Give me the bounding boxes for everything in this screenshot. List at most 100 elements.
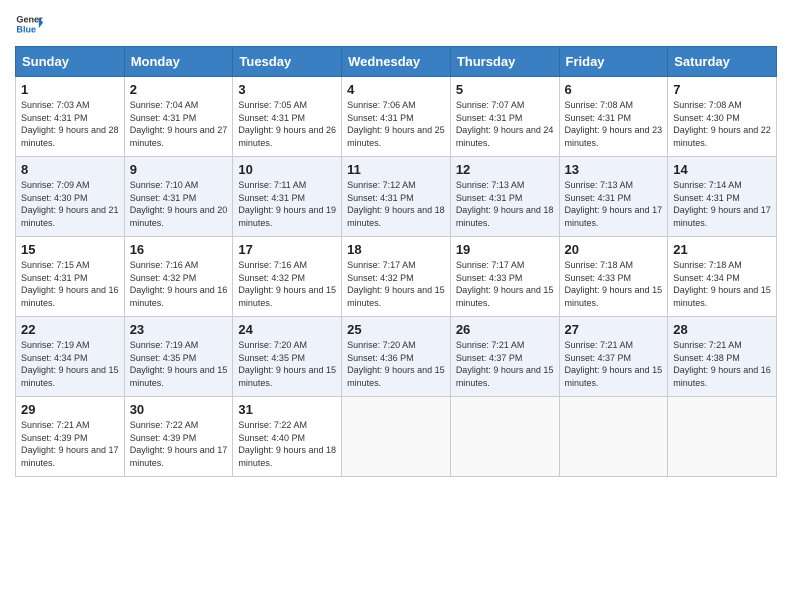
day-number: 25 [347,322,445,337]
calendar-day-25: 25 Sunrise: 7:20 AMSunset: 4:36 PMDaylig… [342,317,451,397]
day-info: Sunrise: 7:21 AMSunset: 4:37 PMDaylight:… [456,339,554,389]
day-info: Sunrise: 7:14 AMSunset: 4:31 PMDaylight:… [673,179,771,229]
calendar-day-2: 2 Sunrise: 7:04 AMSunset: 4:31 PMDayligh… [124,77,233,157]
day-number: 28 [673,322,771,337]
calendar-week-5: 29 Sunrise: 7:21 AMSunset: 4:39 PMDaylig… [16,397,777,477]
calendar-day-24: 24 Sunrise: 7:20 AMSunset: 4:35 PMDaylig… [233,317,342,397]
day-number: 1 [21,82,119,97]
day-number: 31 [238,402,336,417]
calendar-empty [450,397,559,477]
calendar-day-20: 20 Sunrise: 7:18 AMSunset: 4:33 PMDaylig… [559,237,668,317]
day-info: Sunrise: 7:12 AMSunset: 4:31 PMDaylight:… [347,179,445,229]
calendar-day-14: 14 Sunrise: 7:14 AMSunset: 4:31 PMDaylig… [668,157,777,237]
calendar-table: SundayMondayTuesdayWednesdayThursdayFrid… [15,46,777,477]
calendar-empty [342,397,451,477]
day-number: 16 [130,242,228,257]
day-info: Sunrise: 7:21 AMSunset: 4:39 PMDaylight:… [21,419,119,469]
day-number: 3 [238,82,336,97]
day-number: 18 [347,242,445,257]
day-number: 23 [130,322,228,337]
calendar-header-thursday: Thursday [450,47,559,77]
calendar-day-28: 28 Sunrise: 7:21 AMSunset: 4:38 PMDaylig… [668,317,777,397]
day-info: Sunrise: 7:03 AMSunset: 4:31 PMDaylight:… [21,99,119,149]
day-info: Sunrise: 7:15 AMSunset: 4:31 PMDaylight:… [21,259,119,309]
day-number: 12 [456,162,554,177]
calendar-day-21: 21 Sunrise: 7:18 AMSunset: 4:34 PMDaylig… [668,237,777,317]
day-info: Sunrise: 7:08 AMSunset: 4:31 PMDaylight:… [565,99,663,149]
day-info: Sunrise: 7:06 AMSunset: 4:31 PMDaylight:… [347,99,445,149]
calendar-day-13: 13 Sunrise: 7:13 AMSunset: 4:31 PMDaylig… [559,157,668,237]
day-number: 13 [565,162,663,177]
calendar-day-18: 18 Sunrise: 7:17 AMSunset: 4:32 PMDaylig… [342,237,451,317]
calendar-day-5: 5 Sunrise: 7:07 AMSunset: 4:31 PMDayligh… [450,77,559,157]
day-info: Sunrise: 7:05 AMSunset: 4:31 PMDaylight:… [238,99,336,149]
day-info: Sunrise: 7:21 AMSunset: 4:38 PMDaylight:… [673,339,771,389]
calendar-day-8: 8 Sunrise: 7:09 AMSunset: 4:30 PMDayligh… [16,157,125,237]
day-number: 14 [673,162,771,177]
day-number: 15 [21,242,119,257]
day-number: 7 [673,82,771,97]
day-info: Sunrise: 7:17 AMSunset: 4:32 PMDaylight:… [347,259,445,309]
calendar-day-1: 1 Sunrise: 7:03 AMSunset: 4:31 PMDayligh… [16,77,125,157]
calendar-day-4: 4 Sunrise: 7:06 AMSunset: 4:31 PMDayligh… [342,77,451,157]
calendar-day-23: 23 Sunrise: 7:19 AMSunset: 4:35 PMDaylig… [124,317,233,397]
day-info: Sunrise: 7:19 AMSunset: 4:34 PMDaylight:… [21,339,119,389]
day-number: 6 [565,82,663,97]
day-number: 19 [456,242,554,257]
calendar-header-wednesday: Wednesday [342,47,451,77]
day-info: Sunrise: 7:13 AMSunset: 4:31 PMDaylight:… [456,179,554,229]
day-info: Sunrise: 7:11 AMSunset: 4:31 PMDaylight:… [238,179,336,229]
day-number: 5 [456,82,554,97]
calendar-header-friday: Friday [559,47,668,77]
calendar-header-sunday: Sunday [16,47,125,77]
calendar-week-2: 8 Sunrise: 7:09 AMSunset: 4:30 PMDayligh… [16,157,777,237]
calendar-day-17: 17 Sunrise: 7:16 AMSunset: 4:32 PMDaylig… [233,237,342,317]
calendar-day-15: 15 Sunrise: 7:15 AMSunset: 4:31 PMDaylig… [16,237,125,317]
day-info: Sunrise: 7:16 AMSunset: 4:32 PMDaylight:… [238,259,336,309]
day-number: 2 [130,82,228,97]
calendar-week-4: 22 Sunrise: 7:19 AMSunset: 4:34 PMDaylig… [16,317,777,397]
calendar-header-monday: Monday [124,47,233,77]
day-info: Sunrise: 7:20 AMSunset: 4:35 PMDaylight:… [238,339,336,389]
day-number: 20 [565,242,663,257]
day-info: Sunrise: 7:07 AMSunset: 4:31 PMDaylight:… [456,99,554,149]
svg-text:Blue: Blue [16,24,36,34]
day-number: 8 [21,162,119,177]
day-number: 9 [130,162,228,177]
day-info: Sunrise: 7:13 AMSunset: 4:31 PMDaylight:… [565,179,663,229]
calendar-day-29: 29 Sunrise: 7:21 AMSunset: 4:39 PMDaylig… [16,397,125,477]
day-info: Sunrise: 7:09 AMSunset: 4:30 PMDaylight:… [21,179,119,229]
logo: General Blue [15,10,43,38]
calendar-header-saturday: Saturday [668,47,777,77]
calendar-empty [559,397,668,477]
day-number: 24 [238,322,336,337]
day-info: Sunrise: 7:18 AMSunset: 4:33 PMDaylight:… [565,259,663,309]
calendar-day-30: 30 Sunrise: 7:22 AMSunset: 4:39 PMDaylig… [124,397,233,477]
calendar-day-11: 11 Sunrise: 7:12 AMSunset: 4:31 PMDaylig… [342,157,451,237]
calendar-day-16: 16 Sunrise: 7:16 AMSunset: 4:32 PMDaylig… [124,237,233,317]
day-info: Sunrise: 7:16 AMSunset: 4:32 PMDaylight:… [130,259,228,309]
day-info: Sunrise: 7:22 AMSunset: 4:39 PMDaylight:… [130,419,228,469]
calendar-empty [668,397,777,477]
day-number: 30 [130,402,228,417]
day-number: 29 [21,402,119,417]
logo-icon: General Blue [15,10,43,38]
page-header: General Blue [15,10,777,38]
calendar-day-22: 22 Sunrise: 7:19 AMSunset: 4:34 PMDaylig… [16,317,125,397]
day-number: 26 [456,322,554,337]
day-number: 22 [21,322,119,337]
calendar-day-3: 3 Sunrise: 7:05 AMSunset: 4:31 PMDayligh… [233,77,342,157]
day-info: Sunrise: 7:22 AMSunset: 4:40 PMDaylight:… [238,419,336,469]
calendar-day-7: 7 Sunrise: 7:08 AMSunset: 4:30 PMDayligh… [668,77,777,157]
day-info: Sunrise: 7:04 AMSunset: 4:31 PMDaylight:… [130,99,228,149]
day-info: Sunrise: 7:18 AMSunset: 4:34 PMDaylight:… [673,259,771,309]
calendar-day-27: 27 Sunrise: 7:21 AMSunset: 4:37 PMDaylig… [559,317,668,397]
day-number: 17 [238,242,336,257]
day-number: 11 [347,162,445,177]
day-number: 21 [673,242,771,257]
day-info: Sunrise: 7:19 AMSunset: 4:35 PMDaylight:… [130,339,228,389]
day-info: Sunrise: 7:17 AMSunset: 4:33 PMDaylight:… [456,259,554,309]
day-number: 27 [565,322,663,337]
day-info: Sunrise: 7:20 AMSunset: 4:36 PMDaylight:… [347,339,445,389]
calendar-day-19: 19 Sunrise: 7:17 AMSunset: 4:33 PMDaylig… [450,237,559,317]
